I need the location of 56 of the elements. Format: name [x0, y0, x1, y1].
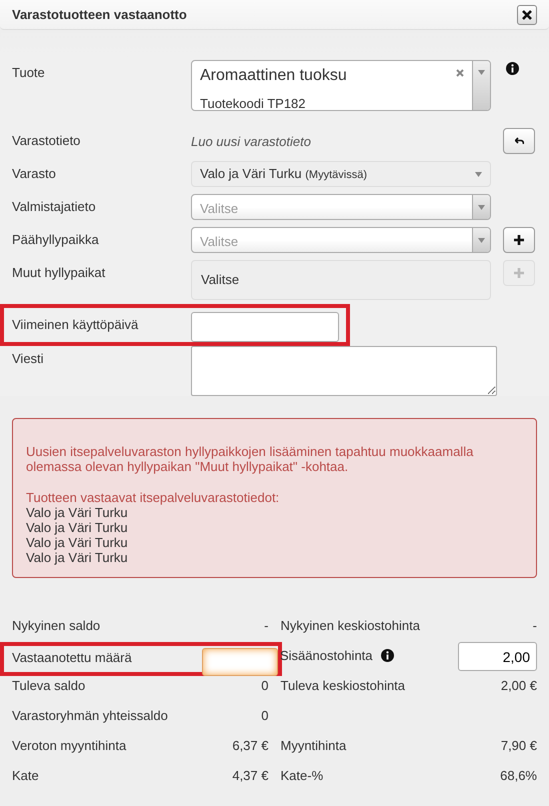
- stat-label: Vastaanotettu määrä: [12, 649, 132, 667]
- plus-icon: [513, 267, 525, 279]
- alert-message: Uusien itsepalveluvaraston hyllypaikkojen lisääminen tapahtuu muokkaamalla olemassa olevan hyllypaikan "Muut hyllypaikat" -kohtaa.: [26, 444, 474, 474]
- warehouse-select[interactable]: Valo ja Väri Turku (Myytävissä): [191, 161, 491, 187]
- dialog-title: Varastotuotteen vastaanotto: [12, 6, 187, 22]
- caret-icon: [478, 70, 485, 75]
- alert-list-title: Tuotteen vastaavat itsepalveluvarastotiedot:: [26, 490, 280, 505]
- stat-value: -: [264, 617, 268, 635]
- quantity-field[interactable]: [202, 648, 278, 676]
- field-label: Viesti: [12, 350, 45, 368]
- stat-value: 6,37 €: [232, 737, 268, 755]
- stat-value: 2,00 €: [500, 677, 537, 695]
- alert-list-item: Valo ja Väri Turku: [26, 505, 129, 520]
- stat-value: 0: [261, 677, 268, 695]
- caret-icon: [478, 204, 485, 210]
- product-select[interactable]: Aromaattinen tuoksu Tuotekoodi TP182: [191, 60, 491, 111]
- date-field[interactable]: [191, 312, 339, 342]
- clear-icon[interactable]: [456, 69, 464, 77]
- alert-list-item: Valo ja Väri Turku: [26, 550, 129, 565]
- info-text: Luo uusi varastotieto: [191, 133, 312, 151]
- field-label: Varasto: [12, 165, 57, 183]
- undo-icon: [514, 137, 524, 145]
- stat-value: 7,90 €: [500, 737, 537, 755]
- product-name: Aromaattinen tuoksu: [200, 66, 348, 86]
- message-field[interactable]: [191, 346, 497, 396]
- stat-label: Veroton myyntihinta: [12, 737, 126, 755]
- stat-value: 4,37 €: [232, 767, 268, 785]
- caret-icon: [475, 172, 482, 176]
- alert-list-item: Valo ja Väri Turku: [26, 520, 129, 535]
- stat-label: Nykyinen saldo: [12, 617, 100, 635]
- add-button[interactable]: [503, 227, 535, 253]
- stat-value: 68,6%: [500, 767, 537, 785]
- price-field[interactable]: 2,00: [458, 642, 537, 671]
- close-icon: [522, 10, 532, 20]
- field-label: Tuote: [12, 64, 46, 82]
- caret-icon: [478, 238, 485, 242]
- alert-list-item: Valo ja Väri Turku: [26, 535, 129, 550]
- field-label: Päähyllypaikka: [12, 231, 100, 249]
- field-label: Muut hyllypaikat: [12, 264, 106, 282]
- plus-icon: [513, 234, 525, 246]
- stat-label: Kate-%: [280, 767, 324, 785]
- stat-label: Nykyinen keskiostohinta: [280, 617, 420, 635]
- field-label: Viimeinen käyttöpäivä: [12, 316, 140, 334]
- stat-label: Tuleva keskiostohinta: [280, 677, 406, 695]
- undo-button[interactable]: [503, 128, 535, 154]
- field-label: Valmistajatieto: [12, 198, 97, 216]
- stat-label: Varastoryhmän yhteissaldo: [12, 707, 168, 725]
- field-label: Varastotieto: [12, 132, 82, 150]
- stat-label: Myyntihinta: [280, 737, 346, 755]
- stat-label: Kate: [12, 767, 39, 785]
- product-code: Tuotekoodi TP182: [200, 95, 307, 110]
- stat-value: -: [532, 617, 537, 635]
- stat-value: 0: [261, 707, 268, 725]
- close-button[interactable]: [517, 4, 537, 24]
- stat-label: Tuleva saldo: [12, 677, 86, 695]
- info-icon: [506, 62, 519, 75]
